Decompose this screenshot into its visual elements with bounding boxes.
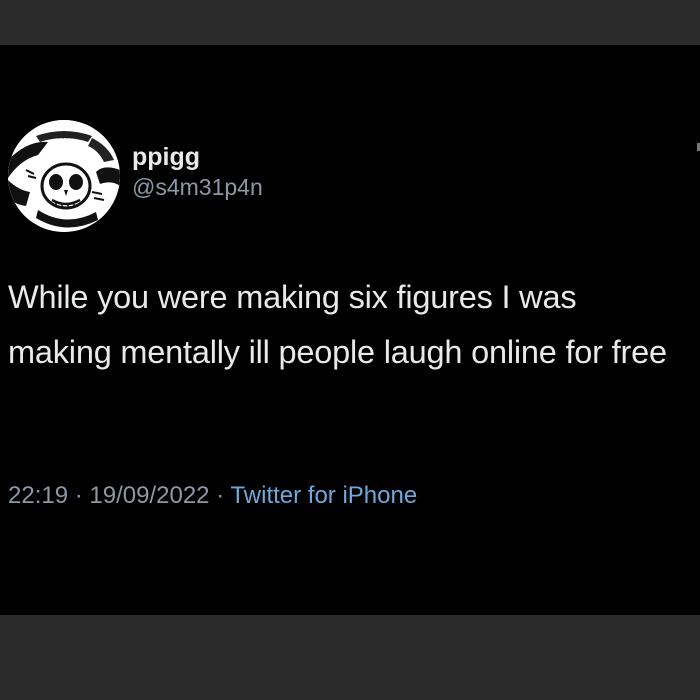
tweet-time[interactable]: 22:19 — [8, 482, 68, 509]
screenshot-frame: ~~~~~~ ppigg @s4m31p4n While you were ma… — [0, 0, 700, 700]
author-display-name[interactable]: ppigg — [132, 142, 263, 172]
tweet-header: ~~~~~~ ppigg @s4m31p4n — [8, 120, 263, 232]
author-handle[interactable]: @s4m31p4n — [132, 172, 263, 202]
skull-avatar-icon: ~~~~~~ — [8, 120, 120, 232]
tweet-metadata: 22:19 · 19/09/2022 · Twitter for iPhone — [8, 481, 417, 511]
profile-avatar[interactable]: ~~~~~~ — [8, 120, 120, 232]
author-names: ppigg @s4m31p4n — [132, 142, 263, 202]
meta-separator: · — [216, 482, 225, 509]
tweet-date[interactable]: 19/09/2022 — [89, 482, 209, 509]
meta-separator: · — [74, 482, 83, 509]
svg-text:~~~~~~: ~~~~~~ — [48, 136, 73, 142]
tweet-source-link[interactable]: Twitter for iPhone — [230, 482, 417, 509]
tweet-text: While you were making six figures I was … — [8, 279, 667, 370]
tweet-card: ~~~~~~ ppigg @s4m31p4n While you were ma… — [0, 45, 700, 615]
